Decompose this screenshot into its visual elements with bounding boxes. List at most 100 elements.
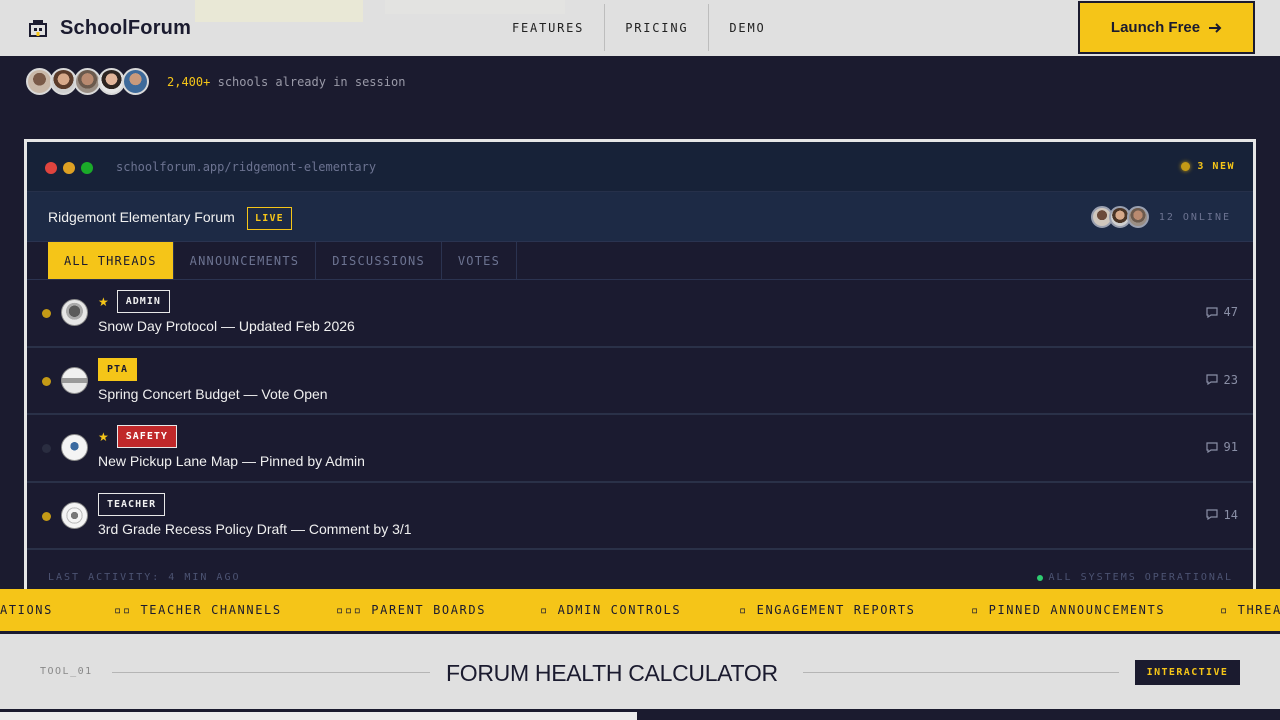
brand-logo-link[interactable]: SchoolForum: [28, 14, 191, 42]
online-users: 12 ONLINE: [1090, 206, 1231, 228]
brand-name: SchoolForum: [60, 16, 192, 39]
avatar: [98, 68, 125, 95]
top-navbar: SchoolForum FEATURES PRICING DEMO Launch…: [0, 0, 1280, 56]
notification-dot-icon: [1181, 162, 1191, 171]
school-count: 2,400+: [167, 74, 211, 89]
comment-icon: [1205, 374, 1218, 385]
forum-header: Ridgemont Elementary Forum LIVE 12 ONLIN…: [27, 192, 1253, 242]
marquee-item: ▫ ADMIN CONTROLS: [540, 603, 682, 617]
tool-label: TOOL_01: [40, 666, 93, 677]
tab-announcements[interactable]: ANNOUNCEMENTS: [174, 242, 317, 279]
tab-discussions[interactable]: DISCUSSIONS: [316, 242, 442, 279]
divider-line: [803, 672, 1119, 673]
thread-tabs: ALL THREADS ANNOUNCEMENTS DISCUSSIONS VO…: [48, 242, 517, 279]
thread-row[interactable]: PTA Spring Concert Budget — Vote Open 23: [27, 348, 1253, 415]
thread-meta: TEACHER: [98, 492, 166, 516]
last-activity: LAST ACTIVITY: 4 MIN AGO: [48, 572, 241, 583]
online-count: 12 ONLINE: [1158, 211, 1231, 223]
thread-title[interactable]: Snow Day Protocol — Updated Feb 2026: [98, 318, 355, 334]
unread-dot-icon: [42, 376, 51, 386]
social-proof: 2,400+ schools already in session: [26, 68, 405, 95]
comment-icon: [1205, 306, 1218, 318]
launch-free-button[interactable]: Launch Free: [1078, 1, 1255, 54]
avatar: [61, 434, 88, 461]
marquee-item: ATIONS: [0, 603, 53, 617]
marquee-item: ▫ ENGAGEMENT REPORTS: [739, 603, 916, 617]
thread-meta: ★ SAFETY: [98, 425, 177, 448]
marquee-item: ▫ PINNED ANNOUNCEMENTS: [971, 603, 1166, 617]
comment-count: 23: [1205, 372, 1238, 387]
school-building-icon: [29, 20, 47, 37]
nav-links: FEATURES PRICING DEMO: [492, 4, 786, 51]
thread-list: ★ ADMIN Snow Day Protocol — Updated Feb …: [27, 280, 1253, 550]
comment-count-value: 23: [1223, 372, 1238, 387]
thread-meta: PTA: [98, 357, 138, 381]
divider-line: [112, 672, 430, 673]
maximize-dot-icon: [81, 162, 93, 174]
proof-text: 2,400+ schools already in session: [167, 75, 405, 89]
comment-count-value: 91: [1223, 440, 1238, 454]
system-status: ALL SYSTEMS OPERATIONAL: [1036, 572, 1233, 583]
comment-count-value: 14: [1223, 507, 1238, 522]
new-count: 3 NEW: [1197, 161, 1235, 172]
live-badge: LIVE: [247, 207, 292, 230]
new-threads-badge[interactable]: 3 NEW: [1181, 161, 1235, 172]
school-avatars: [26, 68, 149, 95]
comment-count: 47: [1205, 305, 1238, 319]
bottom-band: [0, 709, 1280, 720]
unread-dot-icon: [42, 309, 51, 318]
star-icon: ★: [98, 429, 109, 444]
window-titlebar: schoolforum.app/ridgemont-elementary 3 N…: [27, 142, 1253, 192]
star-icon: ★: [98, 294, 109, 309]
proof-caption: schools already in session: [217, 74, 406, 89]
avatar: [61, 366, 88, 394]
thread-row[interactable]: ★ SAFETY New Pickup Lane Map — Pinned by…: [27, 415, 1253, 483]
thread-title[interactable]: Spring Concert Budget — Vote Open: [98, 386, 328, 402]
comment-count-value: 47: [1223, 305, 1238, 319]
comment-count: 91: [1205, 440, 1238, 454]
thread-title[interactable]: New Pickup Lane Map — Pinned by Admin: [98, 453, 365, 469]
marquee-item: ▫ THREA: [1220, 603, 1280, 617]
close-dot-icon: [45, 162, 57, 174]
nav-link-pricing[interactable]: PRICING: [605, 4, 710, 51]
nav-link-features[interactable]: FEATURES: [492, 4, 606, 51]
marquee-item: ▫▫▫ PARENT BOARDS: [336, 603, 487, 617]
avatar: [1126, 206, 1149, 228]
role-tag: TEACHER: [98, 492, 166, 516]
avatar: [61, 501, 88, 529]
comment-count: 14: [1205, 507, 1238, 522]
avatar: [122, 68, 149, 95]
avatar: [50, 68, 77, 95]
ghost-decoration: [195, 0, 363, 22]
thread-meta: ★ ADMIN: [98, 290, 170, 313]
status-text: ALL SYSTEMS OPERATIONAL: [1048, 572, 1233, 583]
thread-row[interactable]: ★ ADMIN Snow Day Protocol — Updated Feb …: [27, 280, 1253, 348]
role-tag: PTA: [98, 357, 138, 381]
launch-free-label: Launch Free: [1110, 19, 1201, 36]
feature-marquee: ATIONS ▫▫ TEACHER CHANNELS ▫▫▫ PARENT BO…: [0, 589, 1280, 634]
tab-votes[interactable]: VOTES: [442, 242, 517, 279]
avatar: [61, 299, 88, 326]
status-dot-icon: [1036, 574, 1043, 581]
window-url: schoolforum.app/ridgemont-elementary: [116, 160, 377, 174]
bottom-band-light: [0, 712, 637, 720]
thread-row[interactable]: TEACHER 3rd Grade Recess Policy Draft — …: [27, 483, 1253, 550]
online-avatars: [1090, 206, 1149, 228]
thread-title[interactable]: 3rd Grade Recess Policy Draft — Comment …: [98, 521, 412, 537]
comment-icon: [1205, 509, 1218, 520]
window-controls: [45, 162, 93, 174]
read-dot-icon: [42, 444, 51, 453]
minimize-dot-icon: [63, 162, 75, 174]
forum-title: Ridgemont Elementary Forum: [48, 209, 235, 225]
avatar: [26, 68, 53, 95]
role-tag: SAFETY: [116, 425, 177, 448]
forum-preview-window: schoolforum.app/ridgemont-elementary 3 N…: [24, 139, 1256, 599]
calculator-section-header: TOOL_01 FORUM HEALTH CALCULATOR INTERACT…: [0, 634, 1280, 709]
arrow-right-icon: [1209, 22, 1222, 33]
interactive-badge: INTERACTIVE: [1135, 660, 1240, 685]
tab-all-threads[interactable]: ALL THREADS: [48, 242, 174, 279]
avatar: [74, 68, 101, 95]
nav-link-demo[interactable]: DEMO: [709, 4, 785, 51]
section-title: FORUM HEALTH CALCULATOR: [446, 660, 778, 686]
role-tag: ADMIN: [116, 290, 170, 313]
